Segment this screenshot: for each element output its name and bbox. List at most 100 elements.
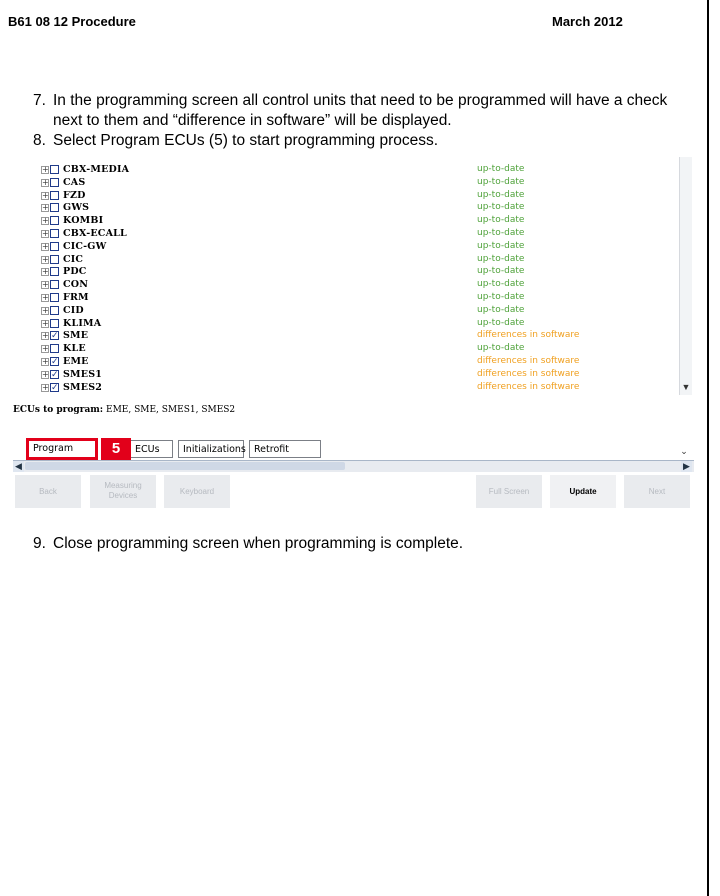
expand-icon[interactable]: + bbox=[41, 178, 49, 187]
ecu-name: SMES1 bbox=[63, 368, 103, 380]
ecu-row[interactable]: + GWS up-to-date bbox=[13, 202, 683, 215]
step-text: Close programming screen when programmin… bbox=[53, 535, 464, 552]
ecu-name: CIC-GW bbox=[63, 240, 107, 252]
ecu-status: up-to-date bbox=[477, 189, 525, 200]
ecu-status: up-to-date bbox=[477, 343, 525, 354]
ecu-name: CON bbox=[63, 279, 89, 291]
retrofit-tab[interactable]: Retrofit SA620 bbox=[249, 440, 321, 473]
expand-icon[interactable]: + bbox=[41, 345, 49, 354]
back-button[interactable]: Back bbox=[15, 475, 81, 508]
ecu-row[interactable]: + CBX-ECALL up-to-date bbox=[13, 228, 683, 241]
ecu-checkbox[interactable]: ✓ bbox=[50, 357, 59, 367]
expand-icon[interactable]: + bbox=[41, 358, 49, 366]
measuring-devices-button[interactable]: Measuring Devices bbox=[90, 475, 156, 508]
ecu-name: CIC bbox=[63, 253, 84, 265]
measuring-label-2: Devices bbox=[108, 491, 138, 500]
ecu-name: CAS bbox=[63, 176, 86, 188]
keyboard-button[interactable]: Keyboard bbox=[164, 475, 230, 508]
ecu-row[interactable]: + KLIMA up-to-date bbox=[13, 318, 683, 331]
chevron-down-icon[interactable]: ⌄ bbox=[677, 446, 691, 458]
ecu-row[interactable]: + KLE up-to-date bbox=[13, 343, 683, 356]
ecu-checkbox[interactable] bbox=[50, 203, 59, 213]
scroll-down-icon[interactable]: ▼ bbox=[680, 381, 692, 393]
expand-icon[interactable]: + bbox=[41, 268, 49, 277]
ecu-status: up-to-date bbox=[477, 164, 525, 174]
navigation-bar: Back Measuring Devices Keyboard Full Scr… bbox=[13, 475, 694, 509]
ecu-checkbox[interactable] bbox=[50, 318, 59, 328]
ecu-status: up-to-date bbox=[477, 317, 525, 328]
expand-icon[interactable]: + bbox=[41, 306, 49, 315]
ecu-checkbox[interactable] bbox=[50, 267, 59, 277]
expand-icon[interactable]: + bbox=[41, 191, 49, 200]
ecu-checkbox[interactable] bbox=[50, 216, 59, 226]
ecus-to-program: ECUs to program: EME, SME, SMES1, SMES2 bbox=[13, 405, 235, 415]
program-ecus-button[interactable]: Program ECUs bbox=[26, 438, 98, 470]
ecu-name: KLIMA bbox=[63, 317, 102, 329]
ecu-row[interactable]: + ✓ SME differences in software bbox=[13, 330, 683, 343]
ecu-row[interactable]: + KOMBI up-to-date bbox=[13, 215, 683, 228]
ecus-tab[interactable]: ECUs bbox=[131, 440, 173, 458]
ecu-checkbox[interactable] bbox=[50, 229, 59, 238]
full-screen-button[interactable]: Full Screen bbox=[476, 475, 542, 508]
update-button[interactable]: Update bbox=[550, 475, 616, 508]
ecu-status: differences in software bbox=[477, 356, 580, 366]
scroll-left-icon[interactable]: ◀ bbox=[13, 461, 24, 472]
ecu-row[interactable]: + CID up-to-date bbox=[13, 305, 683, 318]
ecu-name: KLE bbox=[63, 343, 86, 355]
ecu-row[interactable]: + ✓ SMES2 differences in software bbox=[13, 382, 683, 395]
ecu-name: EME bbox=[63, 356, 89, 367]
ecu-name: FRM bbox=[63, 292, 89, 303]
ecu-row[interactable]: + FZD up-to-date bbox=[13, 190, 683, 203]
ecu-status: up-to-date bbox=[477, 215, 525, 226]
ecus-to-program-label: ECUs to program: bbox=[13, 405, 104, 415]
next-button[interactable]: Next bbox=[624, 475, 690, 508]
step-7: 7. In the programming screen all control… bbox=[33, 91, 693, 131]
ecu-checkbox[interactable] bbox=[50, 190, 59, 200]
ecu-checkbox[interactable]: ✓ bbox=[50, 331, 59, 341]
expand-icon[interactable]: + bbox=[41, 383, 49, 392]
ecu-checkbox[interactable] bbox=[50, 165, 59, 174]
ecu-row[interactable]: + CON up-to-date bbox=[13, 279, 683, 292]
initializations-tab[interactable]: Initializations bbox=[178, 440, 246, 458]
ecu-list-scrollbar[interactable]: ▼ bbox=[679, 157, 692, 395]
ecu-checkbox[interactable] bbox=[50, 241, 59, 251]
step-8: 8. Select Program ECUs (5) to start prog… bbox=[33, 131, 673, 151]
expand-icon[interactable]: + bbox=[41, 370, 49, 379]
ecu-row[interactable]: + ✓ SMES1 differences in software bbox=[13, 369, 683, 382]
horizontal-scrollbar[interactable]: ◀ ▶ bbox=[13, 460, 694, 472]
ecu-checkbox[interactable] bbox=[50, 177, 59, 187]
step-text-line-1: In the programming screen all control un… bbox=[53, 92, 668, 109]
ecu-row[interactable]: + CIC-GW up-to-date bbox=[13, 241, 683, 254]
expand-icon[interactable]: + bbox=[41, 332, 49, 341]
ecu-name: PDC bbox=[63, 266, 87, 278]
ecu-row[interactable]: + CIC up-to-date bbox=[13, 254, 683, 267]
ecu-row[interactable]: + ✓ EME differences in software bbox=[13, 356, 683, 369]
ecu-checkbox[interactable] bbox=[50, 344, 59, 354]
expand-icon[interactable]: + bbox=[41, 294, 49, 302]
ecu-checkbox[interactable] bbox=[50, 293, 59, 302]
ecu-checkbox[interactable] bbox=[50, 254, 59, 264]
scrollbar-thumb[interactable] bbox=[25, 462, 345, 470]
ecu-checkbox[interactable]: ✓ bbox=[50, 382, 59, 392]
expand-icon[interactable]: + bbox=[41, 255, 49, 264]
ecu-row[interactable]: + CBX-MEDIA up-to-date bbox=[13, 164, 683, 177]
step-number: 9. bbox=[33, 535, 46, 552]
step-number: 8. bbox=[33, 132, 46, 149]
expand-icon[interactable]: + bbox=[41, 319, 49, 328]
ecu-row[interactable]: + PDC up-to-date bbox=[13, 266, 683, 279]
ecu-checkbox[interactable] bbox=[50, 280, 59, 290]
procedure-number: B61 08 12 Procedure bbox=[8, 14, 136, 29]
ecu-name: GWS bbox=[63, 202, 90, 214]
scroll-right-icon[interactable]: ▶ bbox=[681, 461, 692, 472]
expand-icon[interactable]: + bbox=[41, 204, 49, 213]
ecu-status: up-to-date bbox=[477, 228, 525, 238]
expand-icon[interactable]: + bbox=[41, 230, 49, 238]
expand-icon[interactable]: + bbox=[41, 217, 49, 226]
expand-icon[interactable]: + bbox=[41, 166, 49, 174]
expand-icon[interactable]: + bbox=[41, 242, 49, 251]
ecu-checkbox[interactable] bbox=[50, 305, 59, 315]
expand-icon[interactable]: + bbox=[41, 281, 49, 290]
ecu-checkbox[interactable]: ✓ bbox=[50, 369, 59, 379]
ecu-row[interactable]: + FRM up-to-date bbox=[13, 292, 683, 305]
ecu-row[interactable]: + CAS up-to-date bbox=[13, 177, 683, 190]
